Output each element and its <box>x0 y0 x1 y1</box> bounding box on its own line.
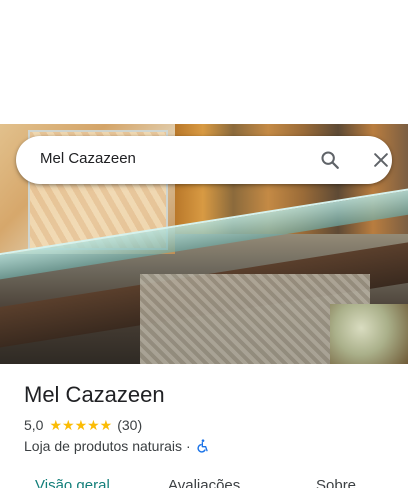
search-icon[interactable] <box>318 148 342 172</box>
rating-row[interactable]: 5,0 ★★★★★ (30) <box>24 416 142 434</box>
close-icon[interactable] <box>369 148 393 172</box>
category-row: Loja de produtos naturais · <box>24 437 211 455</box>
search-input[interactable]: Mel Cazazeen <box>40 150 136 167</box>
map-top-area <box>0 0 408 124</box>
reviews-count[interactable]: (30) <box>117 417 142 433</box>
photo-plant <box>330 304 408 364</box>
wheelchair-accessible-icon <box>195 438 211 454</box>
search-bar[interactable]: Mel Cazazeen <box>16 136 392 184</box>
place-category[interactable]: Loja de produtos naturais <box>24 438 182 454</box>
place-title: Mel Cazazeen <box>24 382 165 407</box>
rating-value: 5,0 <box>24 417 44 433</box>
tab-about[interactable]: Sobre <box>316 477 356 488</box>
rating-stars: ★★★★★ <box>49 416 113 433</box>
tab-reviews[interactable]: Avaliações <box>168 477 240 488</box>
separator: · <box>186 438 191 454</box>
tab-overview[interactable]: Visão geral <box>35 477 110 488</box>
